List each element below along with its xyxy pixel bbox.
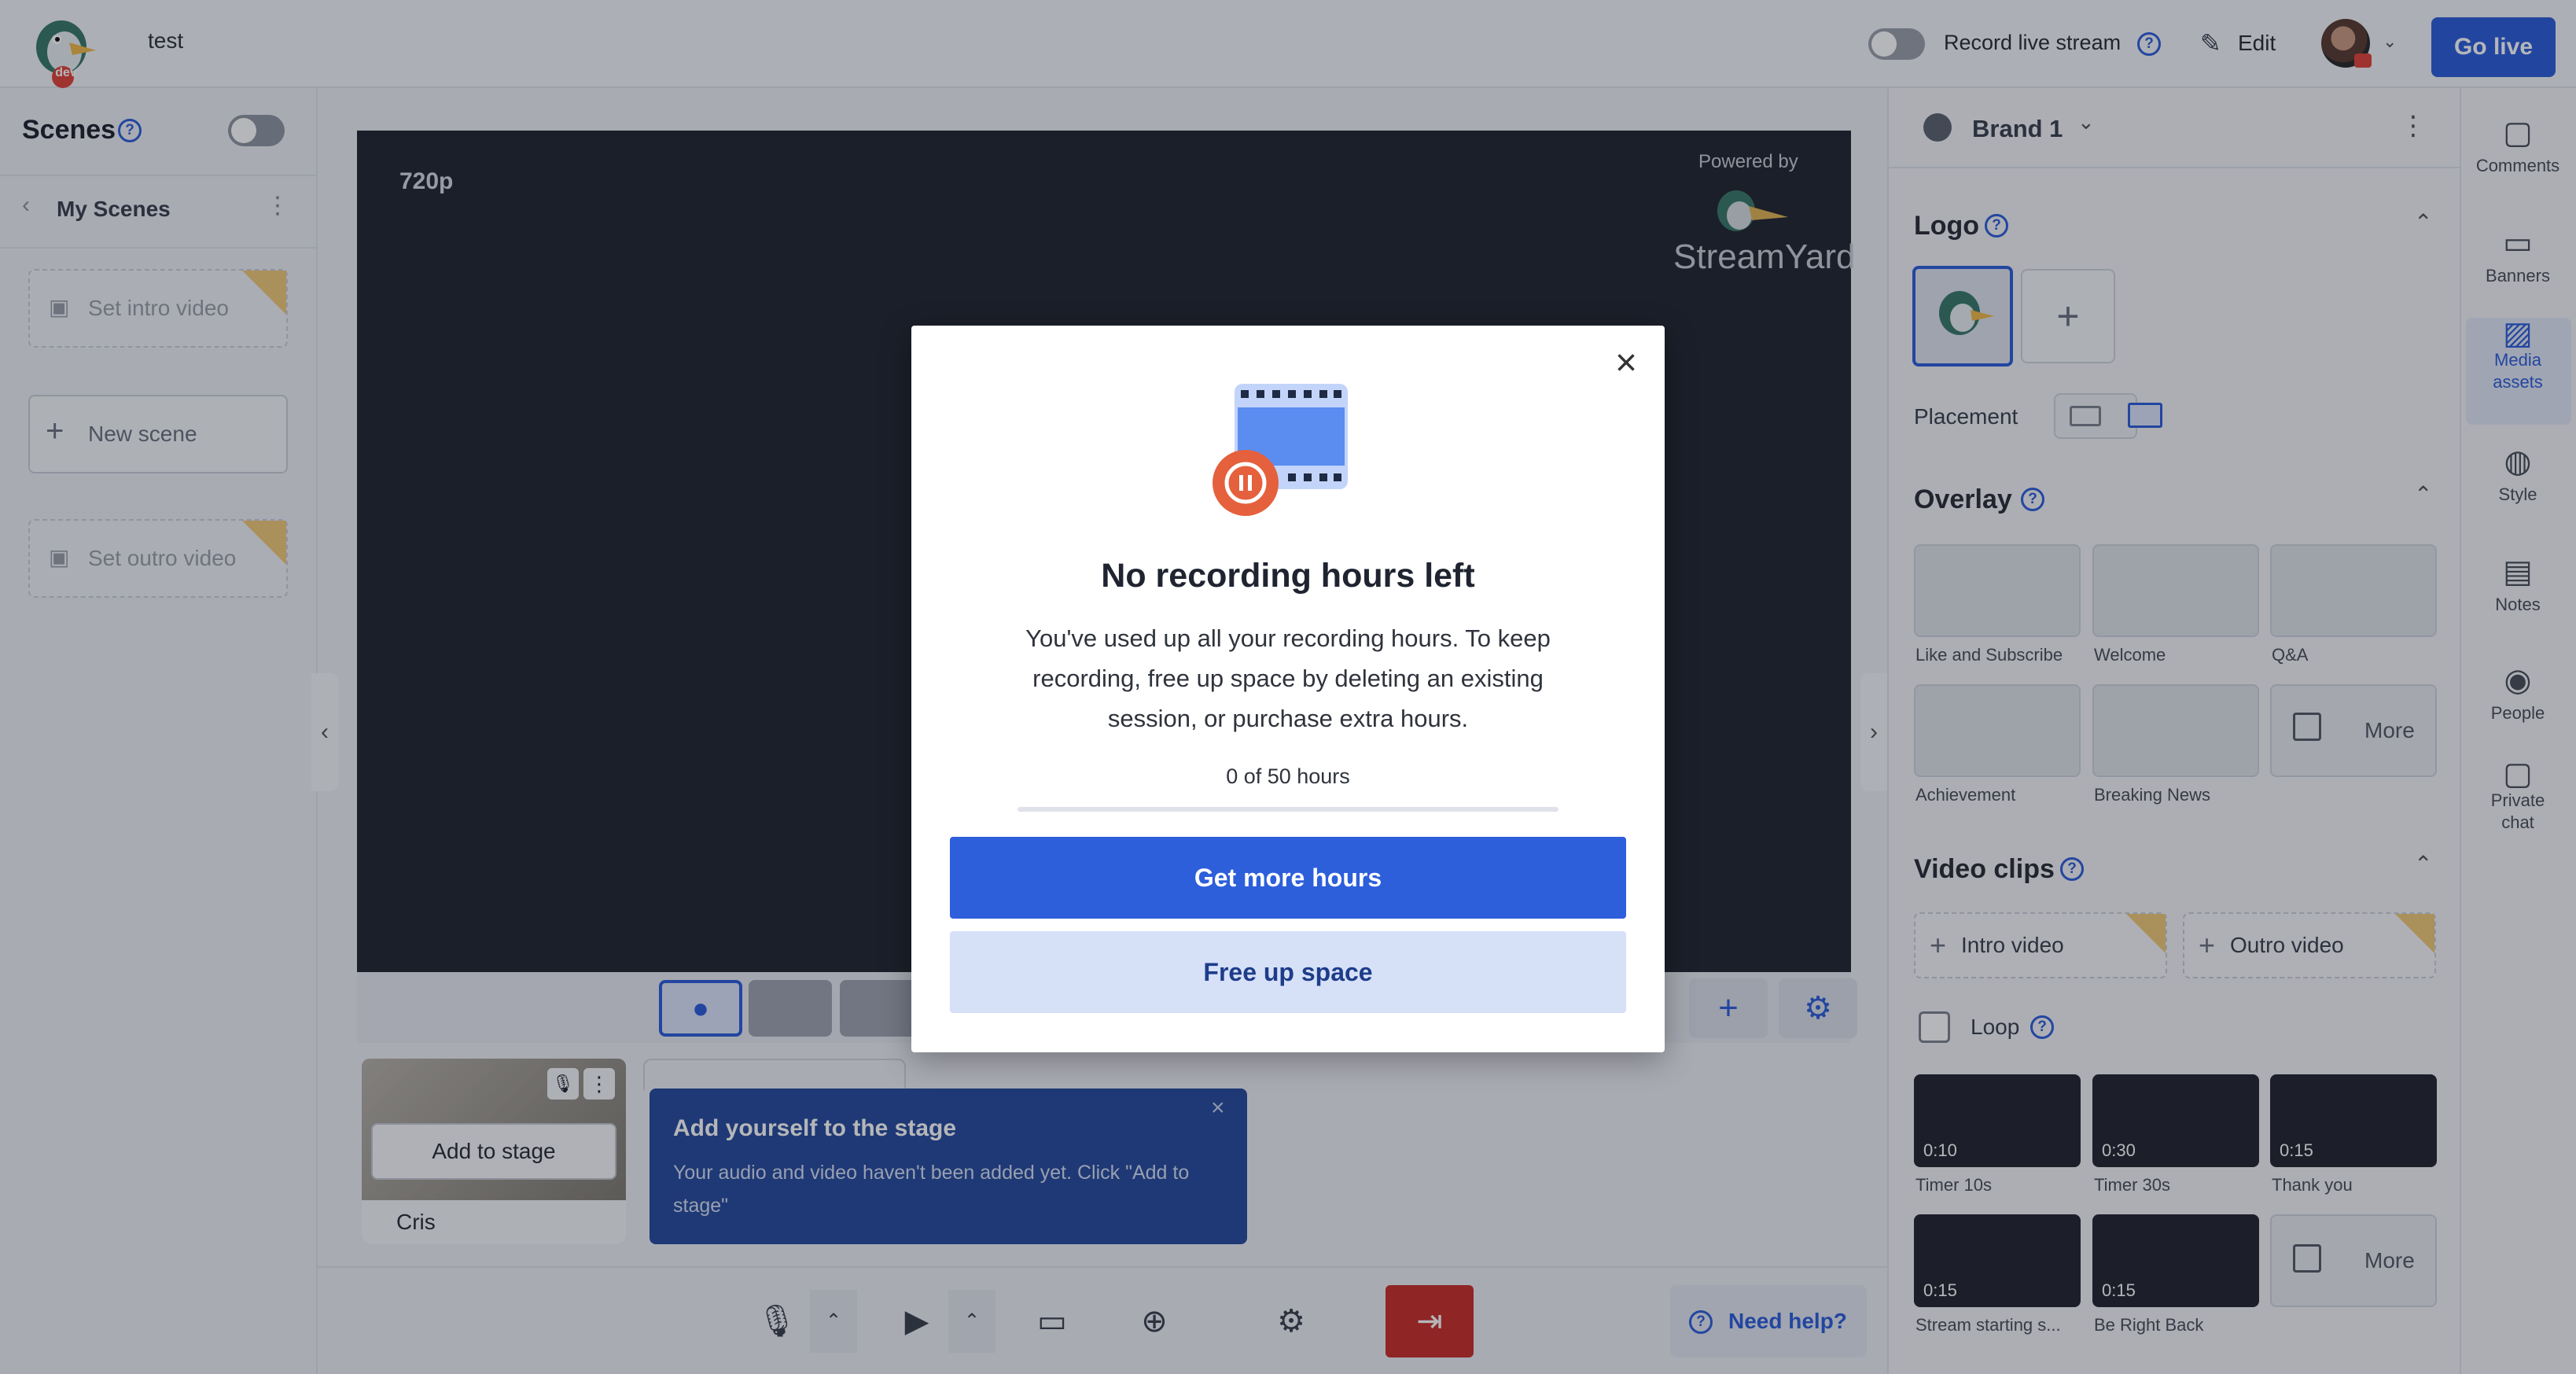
free-up-space-button[interactable]: Free up space [950, 931, 1626, 1013]
film-pause-icon [1213, 384, 1348, 516]
modal-body: You've used up all your recording hours.… [1025, 624, 1551, 732]
hours-usage-text: 0 of 50 hours [1226, 764, 1350, 788]
modal-close-icon[interactable]: × [1610, 344, 1642, 382]
app-window: dev test Record live stream ? ✎ Edit ⌄ G… [0, 0, 2576, 1374]
get-more-hours-button[interactable]: Get more hours [950, 837, 1626, 919]
modal-title: No recording hours left [1101, 557, 1475, 595]
hours-progress-bar [1018, 807, 1558, 812]
